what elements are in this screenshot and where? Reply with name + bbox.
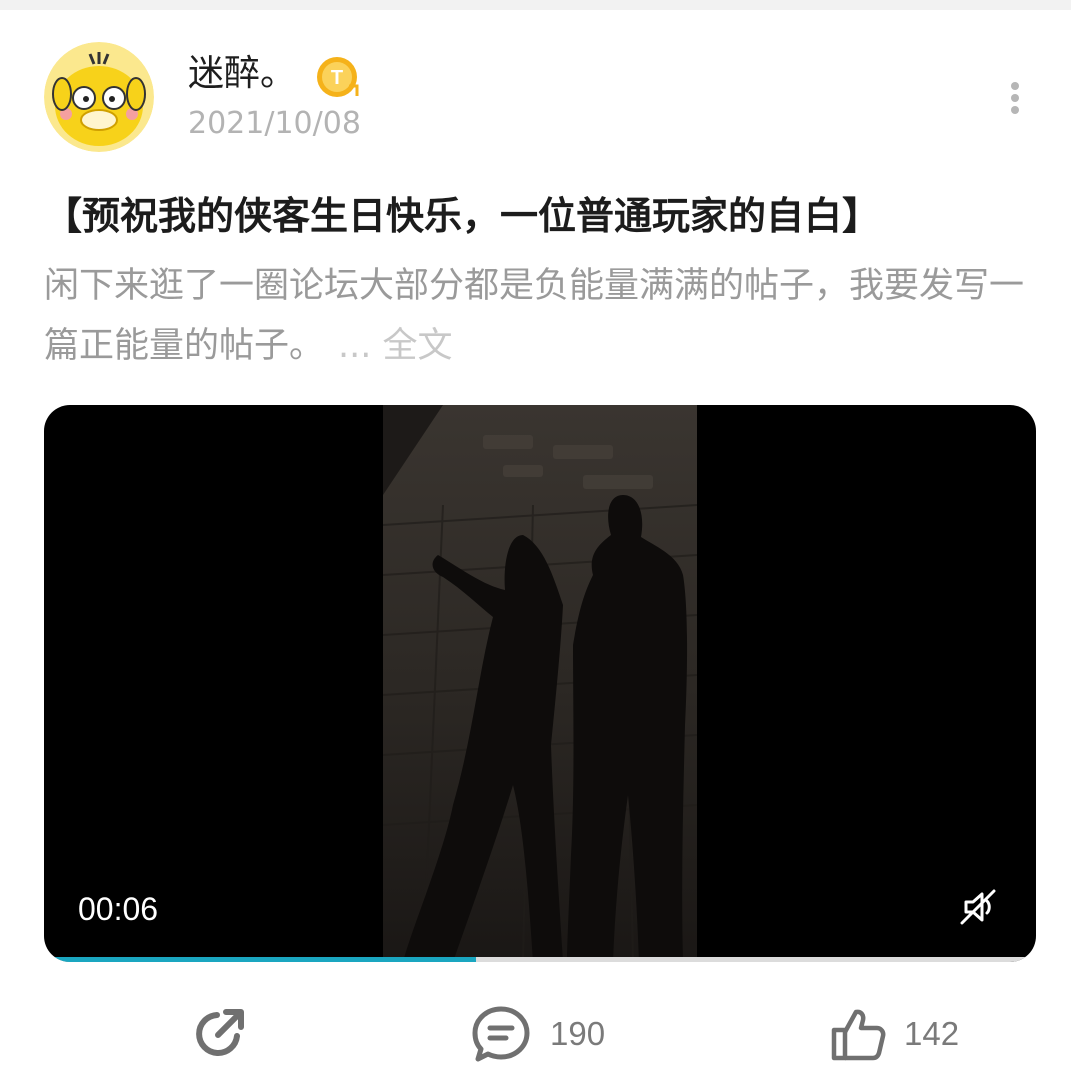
video-player[interactable]: 00:06 [44, 405, 1036, 962]
share-icon [196, 1009, 244, 1056]
post-date: 2021/10/08 [188, 106, 361, 141]
author-name[interactable]: 迷醉。 [188, 52, 296, 96]
comment-icon [472, 1006, 530, 1062]
level-badge-icon: T [316, 56, 360, 100]
like-count: 142 [904, 1015, 960, 1052]
comment-count: 190 [550, 1015, 606, 1052]
avatar[interactable] [44, 42, 154, 152]
badge-letter: T [331, 67, 343, 89]
post-body-text: 闲下来逛了一圈论坛大部分都是负能量满满的帖子，我要发写一篇正能量的帖子。 [44, 266, 1025, 366]
more-dot-icon [1011, 94, 1019, 102]
read-more-link[interactable]: ... 全文 [338, 326, 453, 366]
more-options-button[interactable] [1000, 78, 1030, 118]
video-current-time: 00:06 [78, 891, 159, 927]
thumbs-up-icon [831, 1009, 886, 1061]
more-dot-icon [1011, 106, 1019, 114]
video-progress-bar[interactable] [44, 957, 1036, 962]
video-progress-fill [44, 957, 476, 962]
mute-toggle-icon[interactable] [956, 885, 1000, 929]
top-divider [0, 0, 1071, 10]
post-title[interactable]: 【预祝我的侠客生日快乐，一位普通玩家的自白】 [44, 190, 1034, 242]
share-button[interactable] [190, 1004, 248, 1064]
video-frame [382, 405, 698, 962]
like-button[interactable]: 142 [830, 1004, 959, 1064]
comment-button[interactable]: 190 [470, 1004, 605, 1064]
more-dot-icon [1011, 82, 1019, 90]
post-body[interactable]: 闲下来逛了一圈论坛大部分都是负能量满满的帖子，我要发写一篇正能量的帖子。... … [44, 256, 1034, 376]
